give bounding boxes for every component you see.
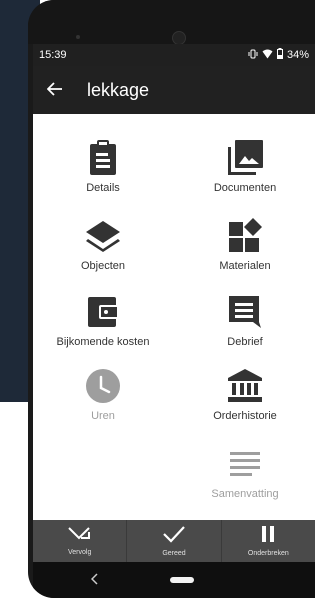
tile-debrief-label: Debrief [227,336,263,348]
tile-documenten-label: Documenten [213,182,277,194]
app-bar: lekkage [33,66,315,114]
status-bar: 15:39 34% [33,44,315,66]
tile-details[interactable]: Details [38,138,168,194]
battery-percent: 34% [286,49,309,61]
onderbreken-label: Onderbreken [247,550,289,557]
back-arrow-icon[interactable] [33,79,77,102]
tile-materialen[interactable]: Materialen [180,216,310,272]
wifi-icon [262,49,273,62]
clock-icon [83,366,123,406]
vibrate-icon [248,49,258,62]
arrow-down-right-icon [67,526,93,547]
subject-lines-icon [225,444,265,484]
menu-grid: Details Documenten Objecten Materialen B… [33,114,315,520]
tile-samenvatting[interactable]: Samenvatting [180,444,310,500]
tile-uren-label: Uren [91,410,115,422]
gereed-button[interactable]: Gereed [127,520,222,562]
tile-objecten[interactable]: Objecten [38,216,168,272]
tile-debrief[interactable]: Debrief [180,292,310,348]
page-title: lekkage [87,79,150,100]
status-icons: 34% [248,48,309,62]
widgets-icon [225,216,265,256]
bank-icon [225,366,265,406]
wallet-icon [83,292,123,332]
tile-details-label: Details [86,182,120,194]
vervolg-label: Vervolg [67,549,92,556]
system-nav-bar [33,562,315,598]
front-camera [172,31,186,45]
pause-icon [259,525,277,548]
tile-samenvatting-label: Samenvatting [211,488,279,500]
vervolg-button[interactable]: Vervolg [33,520,128,562]
photo-library-icon [225,138,265,178]
check-icon [162,525,186,548]
comment-icon [225,292,265,332]
tile-orderhistorie[interactable]: Orderhistorie [180,366,310,422]
tile-documenten[interactable]: Documenten [180,138,310,194]
tile-materialen-label: Materialen [219,260,271,272]
tile-orderhistorie-label: Orderhistorie [213,410,277,422]
clipboard-icon [83,138,123,178]
gereed-label: Gereed [162,550,186,557]
tile-bijkomende-kosten[interactable]: Bijkomende kosten [38,292,168,348]
phone-frame: 15:39 34% lekkage Details Documenten Obj… [28,0,315,598]
tile-objecten-label: Objecten [80,260,126,272]
nav-home-pill[interactable] [170,577,194,583]
layers-icon [83,216,123,256]
status-time: 15:39 [39,49,67,61]
sensor-dot [76,35,80,39]
phone-bezel [28,0,315,45]
nav-back-icon[interactable] [90,572,99,588]
bottom-action-bar: Vervolg Gereed Onderbreken [33,520,315,562]
tile-uren[interactable]: Uren [38,366,168,422]
onderbreken-button[interactable]: Onderbreken [222,520,315,562]
battery-icon [276,48,283,62]
tile-bijkomende-kosten-label: Bijkomende kosten [56,336,150,348]
